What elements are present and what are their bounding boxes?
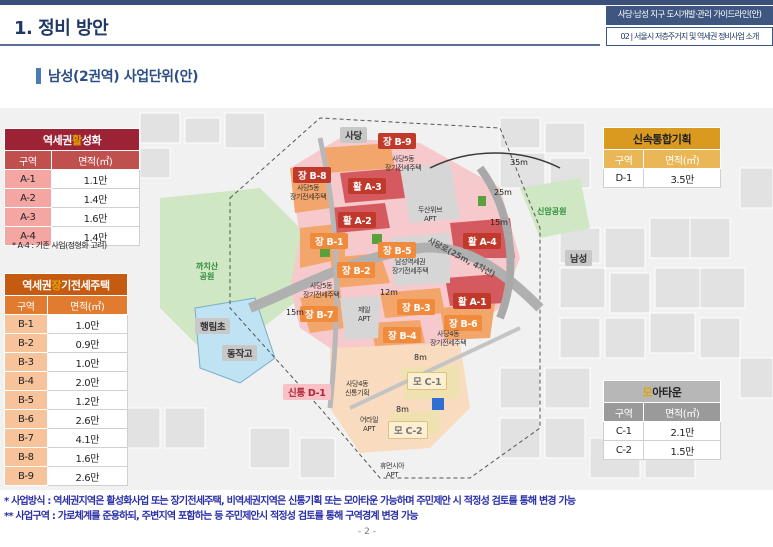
top-bar xyxy=(0,0,773,5)
col-zone: 구역 xyxy=(4,295,48,315)
col-area: 면적(㎡) xyxy=(643,402,721,422)
table-row: C-2 1.5만 xyxy=(602,440,721,460)
table-row: B-4 2.0만 xyxy=(4,371,129,391)
table-hwalseong: 역세권활성화 구역 면적(㎡) A-1 1.1만 A-2 1.4만 A-3 1.6만 A… xyxy=(4,128,141,246)
col-area: 면적(㎡) xyxy=(50,150,141,170)
zone-b3: 장 B-3 xyxy=(397,299,436,315)
map-text-namseong: 남성역세권 장기전세주택 xyxy=(392,258,429,275)
station-sadang: 사당 xyxy=(340,127,367,143)
zone-a1: 활 A-1 xyxy=(453,293,492,309)
map-text-duksan: 두산위브 APT xyxy=(418,206,443,223)
zone-b4: 장 B-4 xyxy=(383,327,422,343)
table-row: D-1 3.5만 xyxy=(602,168,721,188)
zone-a3: 활 A-3 xyxy=(348,178,387,194)
table-title-accent: 모 xyxy=(642,385,653,399)
subtitle-marker xyxy=(36,68,41,84)
table-row: B-2 0.9만 xyxy=(4,333,129,353)
zone-a4: 활 A-4 xyxy=(463,233,502,249)
col-zone: 구역 xyxy=(602,149,645,169)
table-row: A-3 1.6만 xyxy=(4,207,141,227)
page-number: - 2 - xyxy=(358,527,376,537)
map-text-b8: 사당5동 장기전세주택 xyxy=(290,184,327,201)
table-title-accent: 신 xyxy=(632,132,643,146)
zone-c1: 모 C-1 xyxy=(407,372,448,390)
road-8m-a: 8m xyxy=(414,353,427,362)
zone-d1: 신통 D-1 xyxy=(283,384,331,400)
table-title-post: 성화 xyxy=(81,133,102,147)
zone-b7: 장 B-7 xyxy=(300,306,339,322)
map-text-b9: 사당5동 장기전세주택 xyxy=(385,155,422,172)
table-title-pre: 역세권 xyxy=(42,133,73,147)
table-row: B-9 2.6만 xyxy=(4,466,129,486)
table-row: B-1 1.0만 xyxy=(4,314,129,334)
table-title-post: 아타운 xyxy=(652,385,682,399)
station-namseong: 남성 xyxy=(565,250,592,266)
zone-b9: 장 B-9 xyxy=(378,133,417,149)
page-title: 1. 정비 방안 xyxy=(14,18,109,39)
table-row: B-8 1.6만 xyxy=(4,447,129,467)
table-janggi: 역세권장기전세주택 구역 면적(㎡) B-1 1.0만 B-2 0.9만 B-3 1.0… xyxy=(4,273,129,486)
table-note: * A-4 : 기존 사업(정형화 고려) xyxy=(12,241,107,250)
table-row: A-2 1.4만 xyxy=(4,188,141,208)
park-sinam: 신암공원 xyxy=(537,207,567,216)
zone-a2: 활 A-2 xyxy=(338,212,377,228)
map-text-d1: 사당4동 신통기획 xyxy=(345,380,370,397)
map-text-orang: 어라일 APT xyxy=(360,416,379,433)
table-sintong: 신속통합기획 구역 면적(㎡) D-1 3.5만 xyxy=(602,127,721,188)
road-25m: 25m xyxy=(494,188,512,197)
table-title-post: 속통합기획 xyxy=(642,132,692,146)
zone-b2: 장 B-2 xyxy=(337,262,376,278)
zone-b1: 장 B-1 xyxy=(310,233,349,249)
footnote-method: * 사업방식 : 역세권지역은 활성화사업 또는 장기전세주택, 비역세권지역은… xyxy=(4,496,576,507)
zone-c2: 모 C-2 xyxy=(388,421,429,439)
table-row: C-1 2.1만 xyxy=(602,421,721,441)
table-row: B-5 1.2만 xyxy=(4,390,129,410)
road-8m-b: 8m xyxy=(396,405,409,414)
place-highschool: 동작고 xyxy=(222,345,258,361)
col-zone: 구역 xyxy=(602,402,645,422)
map-text-b7: 사당5동 장기전세주택 xyxy=(303,282,340,299)
guideline-tag: 사당·남성 지구 도시개발·관리 가이드라인(안) xyxy=(606,6,773,25)
road-15m-b: 15m xyxy=(286,308,304,317)
title-underline xyxy=(0,44,600,46)
table-title-pre: 역세권 xyxy=(22,278,52,292)
place-elementary: 행림초 xyxy=(195,318,231,334)
map-text-jeil: 제일 APT xyxy=(358,306,371,323)
table-row: B-7 4.1만 xyxy=(4,428,129,448)
table-title-accent: 활 xyxy=(71,133,82,147)
table-title-accent: 장 xyxy=(51,278,62,292)
map-text-b4: 사당4동 장기전세주택 xyxy=(430,330,467,347)
road-15m-a: 15m xyxy=(490,218,508,227)
road-12m: 12m xyxy=(380,288,398,297)
table-row: B-6 2.6만 xyxy=(4,409,129,429)
zone-b6: 장 B-6 xyxy=(444,315,483,331)
footnote-boundary: ** 사업구역 : 가로체계를 준용하되, 주변지역 포함하는 등 주민제안시 … xyxy=(4,511,419,522)
col-zone: 구역 xyxy=(4,150,52,170)
col-area: 면적(㎡) xyxy=(46,295,129,315)
zone-b5: 장 B-5 xyxy=(378,242,417,258)
section-tag: 02 | 서울시 저층주거지 및 역세권 정비사업 소개 xyxy=(606,27,773,46)
table-row: B-3 1.0만 xyxy=(4,352,129,372)
page-subtitle: 남성(2권역) 사업단위(안) xyxy=(48,69,199,85)
table-moa: 모아타운 구역 면적(㎡) C-1 2.1만 C-2 1.5만 xyxy=(602,380,721,460)
table-title-post: 기전세주택 xyxy=(61,278,110,292)
park-kkachisan: 까치산 공원 xyxy=(196,262,219,281)
zone-b8: 장 B-8 xyxy=(293,167,332,183)
table-row: A-1 1.1만 xyxy=(4,169,141,189)
map-text-humansia: 휴먼시아 APT xyxy=(380,462,405,479)
col-area: 면적(㎡) xyxy=(643,149,721,169)
road-35m: 35m xyxy=(510,158,528,167)
